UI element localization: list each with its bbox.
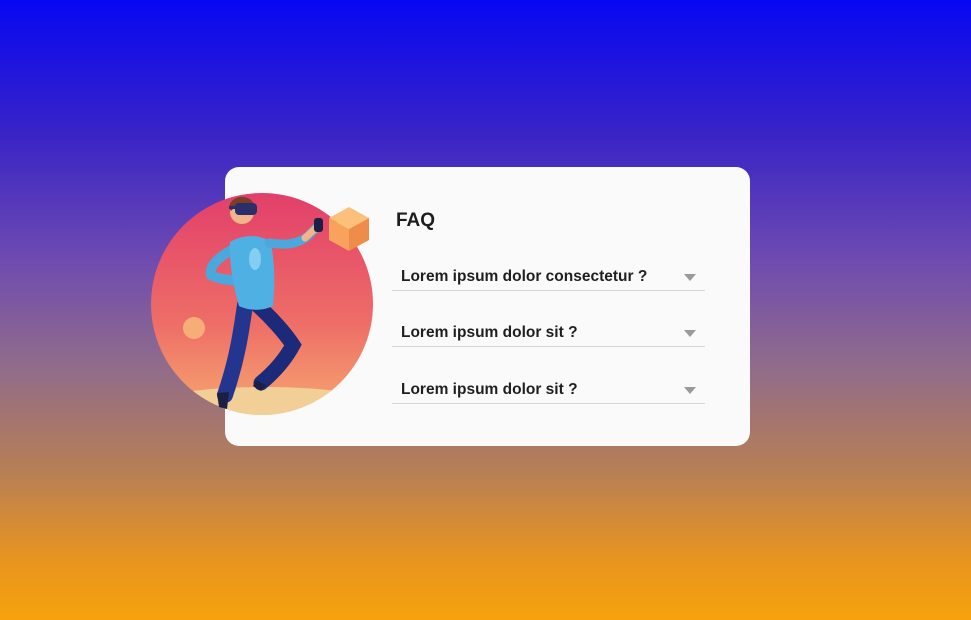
illustration-sun (183, 317, 205, 339)
caret-down-icon[interactable] (684, 387, 696, 394)
caret-down-icon[interactable] (684, 274, 696, 281)
faq-item-3[interactable]: Lorem ipsum dolor sit ? (392, 377, 705, 404)
caret-down-icon[interactable] (684, 330, 696, 337)
faq-question: Lorem ipsum dolor sit ? (401, 381, 578, 398)
vr-headset-icon (235, 203, 257, 215)
faq-question: Lorem ipsum dolor sit ? (401, 324, 578, 341)
faq-question: Lorem ipsum dolor consectetur ? (401, 268, 648, 285)
faq-item-1[interactable]: Lorem ipsum dolor consectetur ? (392, 264, 705, 291)
faq-title: FAQ (396, 210, 436, 231)
illustration-ground (151, 387, 373, 415)
faq-item-2[interactable]: Lorem ipsum dolor sit ? (392, 320, 705, 347)
vr-player-illustration (151, 193, 373, 415)
